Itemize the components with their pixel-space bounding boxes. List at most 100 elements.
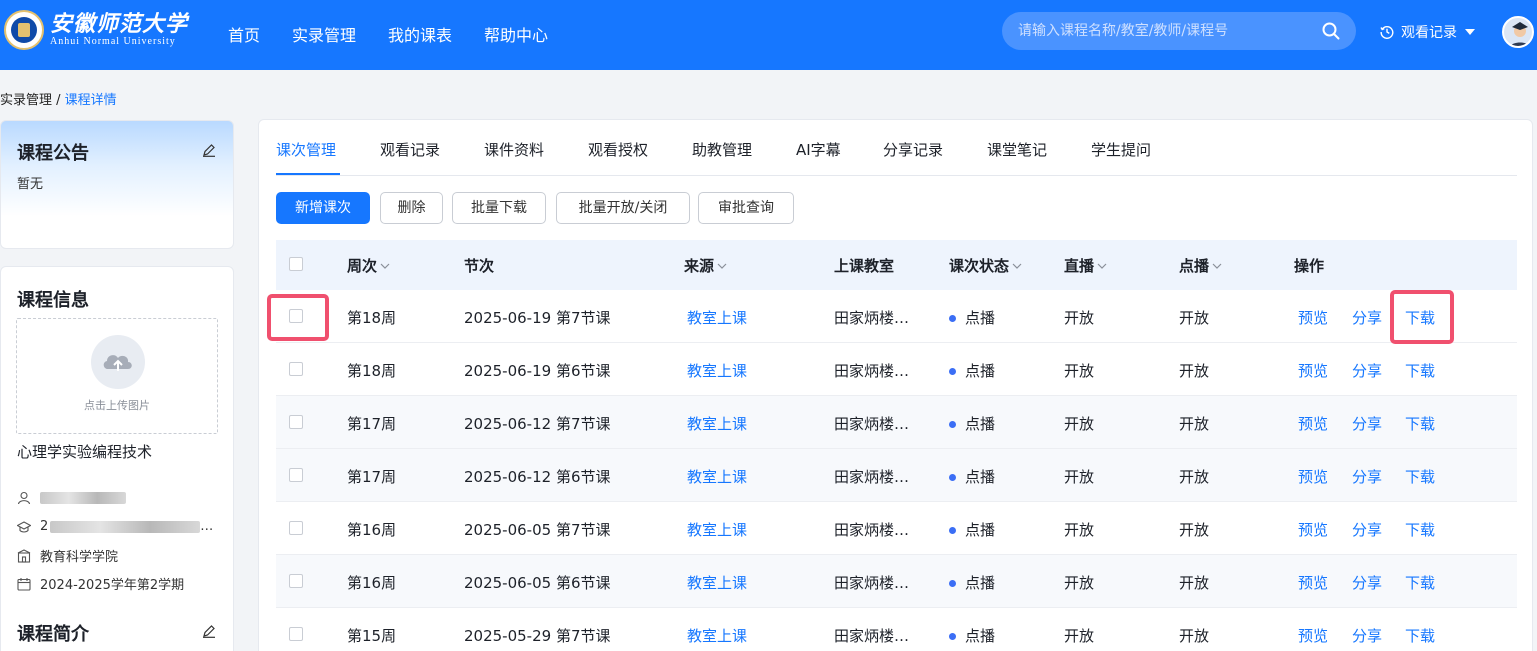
university-seal-icon <box>4 10 44 50</box>
nav-my-schedule[interactable]: 我的课表 <box>388 22 452 46</box>
row-checkbox[interactable] <box>289 309 303 323</box>
row-checkbox[interactable] <box>289 362 303 376</box>
nav-recording-management[interactable]: 实录管理 <box>292 22 356 46</box>
tab-share-records[interactable]: 分享记录 <box>883 139 943 160</box>
cell-room: 田家炳楼… <box>834 574 910 592</box>
download-link[interactable]: 下载 <box>1405 572 1435 593</box>
cell-status: 点播 <box>949 519 995 540</box>
tab-session-management[interactable]: 课次管理 <box>276 139 336 160</box>
download-link[interactable]: 下载 <box>1405 625 1435 646</box>
delete-button[interactable]: 删除 <box>380 192 443 224</box>
cell-source-link[interactable]: 教室上课 <box>687 466 747 487</box>
download-link[interactable]: 下载 <box>1405 519 1435 540</box>
preview-link[interactable]: 预览 <box>1298 360 1328 381</box>
edit-intro-icon[interactable] <box>202 624 216 638</box>
preview-link[interactable]: 预览 <box>1298 307 1328 328</box>
status-dot <box>949 421 956 428</box>
chevron-down-icon <box>1097 263 1107 269</box>
cell-week: 第18周 <box>347 362 397 380</box>
cell-vod: 开放 <box>1179 362 1210 380</box>
select-all-checkbox[interactable] <box>289 257 303 271</box>
col-status[interactable]: 课次状态 <box>949 255 1022 276</box>
col-source[interactable]: 来源 <box>684 255 727 276</box>
nav-help-center[interactable]: 帮助中心 <box>484 22 548 46</box>
tab-class-notes[interactable]: 课堂笔记 <box>987 139 1047 160</box>
watch-history-dropdown[interactable]: 观看记录 <box>1380 22 1475 42</box>
cell-source-link[interactable]: 教室上课 <box>687 519 747 540</box>
approval-query-button[interactable]: 审批查询 <box>698 192 794 224</box>
share-link[interactable]: 分享 <box>1352 519 1382 540</box>
breadcrumb: 实录管理 / 课程详情 <box>0 89 117 108</box>
department-name: 教育科学学院 <box>40 550 119 565</box>
tab-bar: 课次管理 观看记录 课件资料 观看授权 助教管理 AI字幕 分享记录 课堂笔记 … <box>276 120 1517 176</box>
university-logo[interactable]: 安徽师范大学 Anhui Normal University <box>4 10 188 50</box>
cell-source-link[interactable]: 教室上课 <box>687 625 747 646</box>
tab-student-questions[interactable]: 学生提问 <box>1091 139 1151 160</box>
row-checkbox[interactable] <box>289 627 303 641</box>
cell-source-link[interactable]: 教室上课 <box>687 307 747 328</box>
share-link[interactable]: 分享 <box>1352 360 1382 381</box>
download-link[interactable]: 下载 <box>1405 307 1435 328</box>
teacher-row <box>17 491 126 505</box>
user-avatar[interactable] <box>1502 16 1534 48</box>
search-icon[interactable] <box>1322 22 1340 40</box>
preview-link[interactable]: 预览 <box>1298 519 1328 540</box>
cell-week: 第17周 <box>347 468 397 486</box>
row-checkbox[interactable] <box>289 468 303 482</box>
share-link[interactable]: 分享 <box>1352 572 1382 593</box>
logo-chinese-name: 安徽师范大学 <box>50 11 189 37</box>
nav-home[interactable]: 首页 <box>228 22 260 46</box>
breadcrumb-current: 课程详情 <box>64 93 117 108</box>
cell-vod: 开放 <box>1179 468 1210 486</box>
download-link[interactable]: 下载 <box>1405 466 1435 487</box>
table-row: 第15周 2025-05-29 第7节课 教室上课 田家炳楼… 点播 开放 开放… <box>276 608 1517 651</box>
row-checkbox[interactable] <box>289 415 303 429</box>
course-info-card: 课程信息 点击上传图片 心理学实验编程技术 2 … 教育科学学院 2024-20… <box>0 266 234 651</box>
preview-link[interactable]: 预览 <box>1298 413 1328 434</box>
notice-title: 课程公告 <box>17 143 89 164</box>
cell-status: 点播 <box>949 360 995 381</box>
intro-title: 课程简介 <box>17 624 89 645</box>
tab-ai-subtitles[interactable]: AI字幕 <box>796 139 841 160</box>
edit-notice-icon[interactable] <box>202 143 216 157</box>
col-room: 上课教室 <box>834 257 895 275</box>
preview-link[interactable]: 预览 <box>1298 572 1328 593</box>
status-dot <box>949 315 956 322</box>
share-link[interactable]: 分享 <box>1352 413 1382 434</box>
cell-source-link[interactable]: 教室上课 <box>687 360 747 381</box>
cell-source-link[interactable]: 教室上课 <box>687 413 747 434</box>
row-checkbox[interactable] <box>289 574 303 588</box>
batch-open-close-button[interactable]: 批量开放/关闭 <box>556 192 690 224</box>
tab-watch-records[interactable]: 观看记录 <box>380 139 440 160</box>
batch-download-button[interactable]: 批量下载 <box>452 192 546 224</box>
share-link[interactable]: 分享 <box>1352 466 1382 487</box>
preview-link[interactable]: 预览 <box>1298 466 1328 487</box>
tab-assistant-management[interactable]: 助教管理 <box>692 139 752 160</box>
status-dot <box>949 580 956 587</box>
col-live[interactable]: 直播 <box>1064 255 1107 276</box>
row-checkbox[interactable] <box>289 521 303 535</box>
class-suffix: … <box>200 519 214 534</box>
cell-week: 第17周 <box>347 415 397 433</box>
search-input[interactable] <box>1018 12 1308 50</box>
upload-image-area[interactable]: 点击上传图片 <box>16 318 218 434</box>
preview-link[interactable]: 预览 <box>1298 625 1328 646</box>
calendar-icon <box>17 577 31 591</box>
share-link[interactable]: 分享 <box>1352 625 1382 646</box>
tab-courseware[interactable]: 课件资料 <box>484 139 544 160</box>
cell-period: 2025-05-29 第7节课 <box>464 627 611 645</box>
download-link[interactable]: 下载 <box>1405 360 1435 381</box>
active-tab-indicator <box>276 173 340 175</box>
download-link[interactable]: 下载 <box>1405 413 1435 434</box>
cell-live: 开放 <box>1064 627 1095 645</box>
avatar-person-icon <box>1510 22 1530 46</box>
upload-hint: 点击上传图片 <box>84 399 150 412</box>
col-week[interactable]: 周次 <box>347 255 390 276</box>
col-vod[interactable]: 点播 <box>1179 255 1222 276</box>
tab-watch-authorization[interactable]: 观看授权 <box>588 139 648 160</box>
share-link[interactable]: 分享 <box>1352 307 1382 328</box>
breadcrumb-parent[interactable]: 实录管理 <box>0 93 52 108</box>
cell-source-link[interactable]: 教室上课 <box>687 572 747 593</box>
add-session-button[interactable]: 新增课次 <box>276 192 370 224</box>
cell-week: 第18周 <box>347 309 397 327</box>
